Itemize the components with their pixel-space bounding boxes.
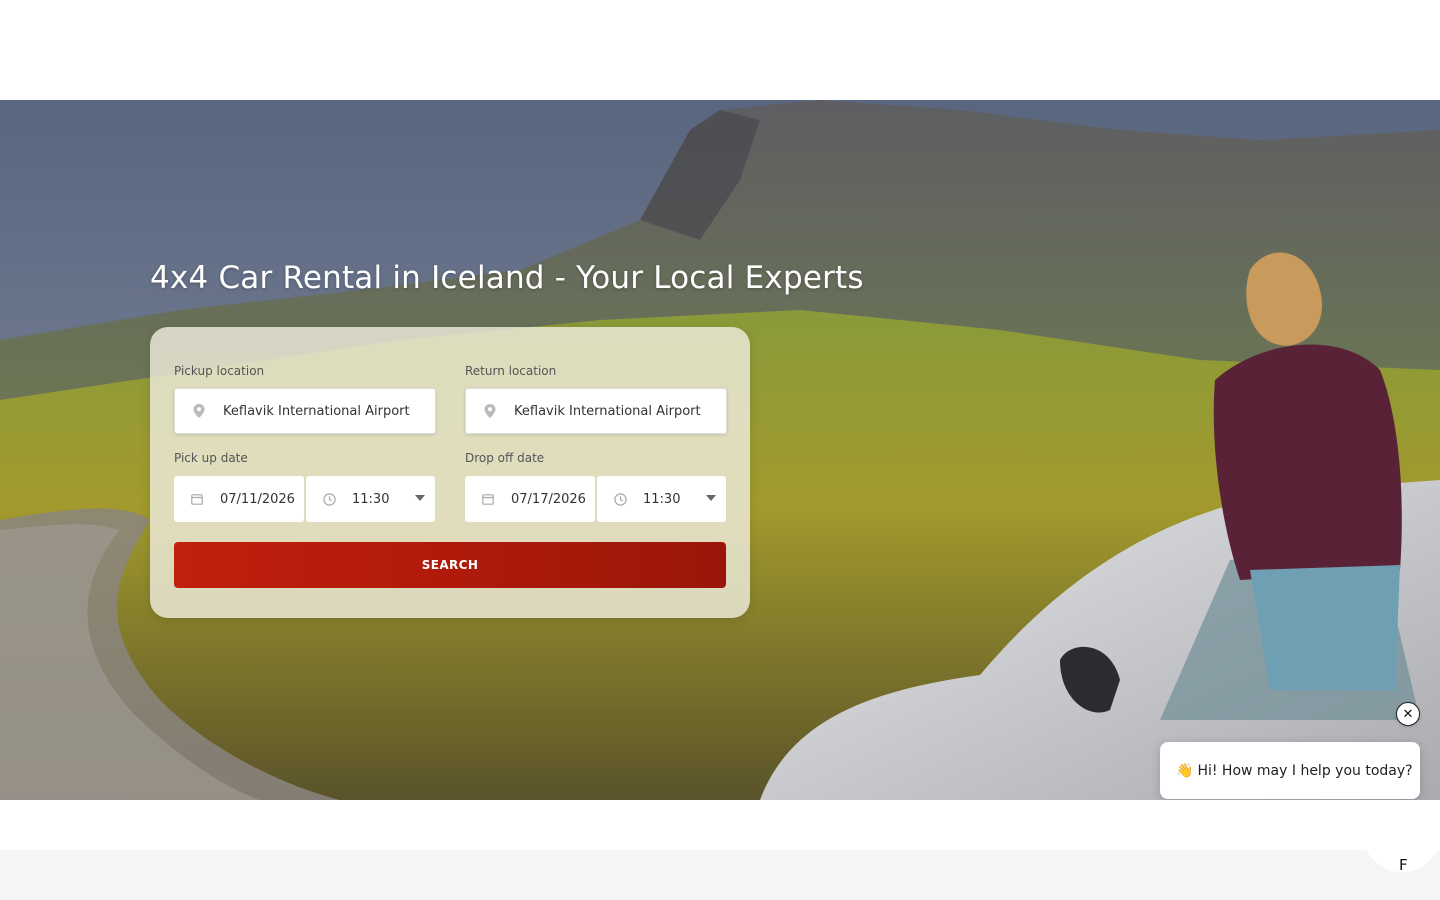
top-navigation-bar — [0, 0, 1440, 100]
pickup-time-value: 11:30 — [352, 491, 390, 507]
chat-close-button[interactable]: ✕ — [1396, 702, 1420, 726]
dropoff-date-value: 07/17/2026 — [511, 491, 586, 507]
chat-greeting-bubble[interactable]: 👋 Hi! How may I help you today? — [1160, 742, 1420, 799]
pickup-time-select[interactable]: 11:30 — [306, 476, 435, 522]
calendar-icon — [174, 493, 220, 505]
dropoff-time-value: 11:30 — [643, 491, 681, 507]
chat-greeting-text: Hi! How may I help you today? — [1197, 762, 1413, 779]
location-pin-icon — [466, 404, 514, 418]
return-location-input[interactable]: Keflavik International Airport — [465, 388, 727, 434]
wave-hand-icon: 👋 — [1176, 762, 1194, 779]
pickup-location-value: Keflavik International Airport — [223, 403, 410, 419]
clock-icon — [306, 492, 352, 506]
pickup-date-label: Pick up date — [174, 451, 248, 465]
search-button[interactable]: SEARCH — [174, 542, 726, 588]
hero-banner: 4x4 Car Rental in Iceland - Your Local E… — [0, 100, 1440, 800]
dropoff-time-select[interactable]: 11:30 — [597, 476, 726, 522]
close-icon: ✕ — [1402, 706, 1414, 722]
return-location-label: Return location — [465, 364, 557, 378]
pickup-date-value: 07/11/2026 — [220, 491, 295, 507]
clock-icon — [597, 492, 643, 506]
dropoff-date-input[interactable]: 07/17/2026 — [465, 476, 595, 522]
chat-launcher-label: F — [1399, 856, 1408, 874]
chevron-down-icon — [706, 495, 716, 501]
car-search-form: Pickup location Keflavik International A… — [150, 327, 750, 618]
return-location-value: Keflavik International Airport — [514, 403, 701, 419]
calendar-icon — [465, 493, 511, 505]
dropoff-date-label: Drop off date — [465, 451, 545, 465]
page-content-section — [0, 850, 1440, 900]
pickup-location-label: Pickup location — [174, 364, 265, 378]
pickup-location-input[interactable]: Keflavik International Airport — [174, 388, 436, 434]
chevron-down-icon — [415, 495, 425, 501]
pickup-date-input[interactable]: 07/11/2026 — [174, 476, 304, 522]
hero-title: 4x4 Car Rental in Iceland - Your Local E… — [150, 260, 864, 296]
location-pin-icon — [175, 404, 223, 418]
